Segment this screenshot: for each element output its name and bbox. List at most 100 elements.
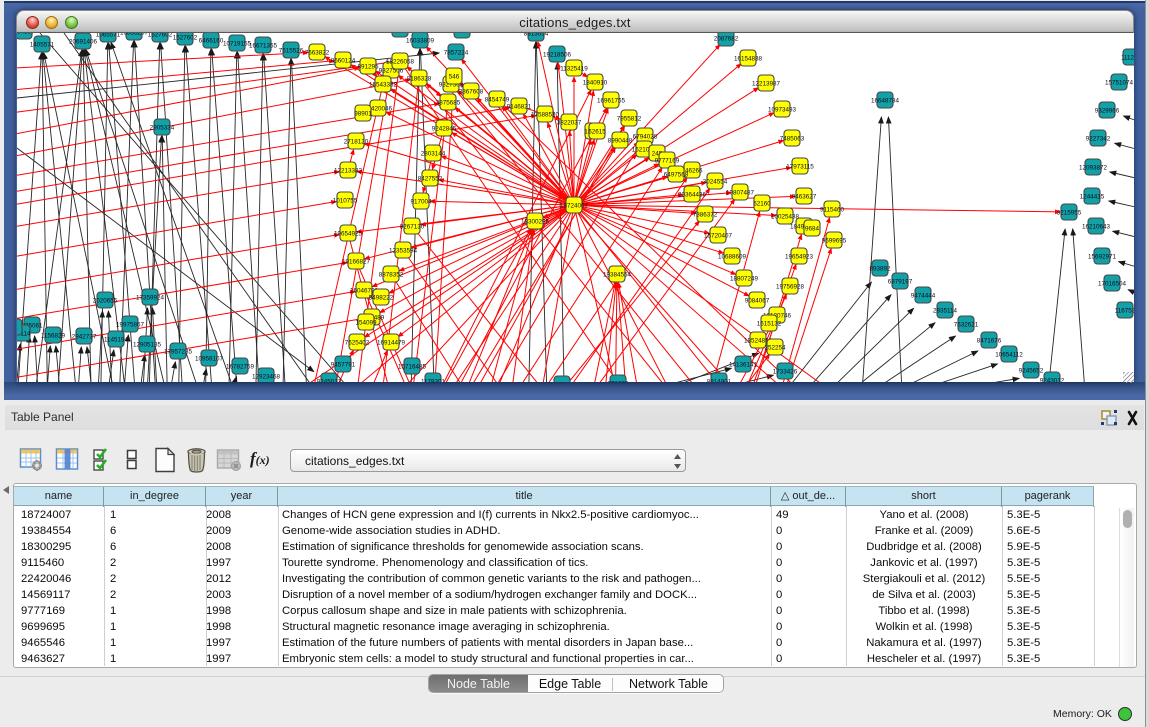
svg-text:546: 546 — [449, 74, 460, 81]
svg-text:1840910: 1840910 — [583, 80, 608, 87]
svg-text:1145194: 1145194 — [104, 337, 129, 344]
svg-text:12353594: 12353594 — [389, 248, 418, 255]
svg-text:20364436: 20364436 — [678, 192, 707, 199]
svg-text:8660124: 8660124 — [331, 58, 356, 65]
svg-text:8415304: 8415304 — [388, 33, 413, 34]
svg-text:6466160: 6466160 — [199, 38, 224, 45]
svg-text:16543382: 16543382 — [369, 82, 398, 89]
svg-text:8471676: 8471676 — [977, 338, 1002, 345]
svg-text:2942737: 2942737 — [72, 334, 97, 341]
svg-text:20691406: 20691406 — [69, 39, 98, 46]
svg-text:19654925: 19654925 — [334, 231, 363, 238]
svg-text:14136141: 14136141 — [729, 362, 758, 369]
svg-text:5498222: 5498222 — [369, 295, 394, 302]
svg-text:17973115: 17973115 — [786, 164, 814, 171]
svg-text:9329966: 9329966 — [1095, 108, 1120, 115]
svg-text:9463627: 9463627 — [792, 194, 817, 201]
svg-text:9699695: 9699695 — [822, 238, 847, 245]
svg-text:9684: 9684 — [805, 226, 820, 233]
svg-text:17016504: 17016504 — [1098, 281, 1127, 288]
svg-text:12905135: 12905135 — [133, 342, 162, 349]
svg-text:1065571: 1065571 — [96, 33, 121, 39]
svg-text:9227342: 9227342 — [1086, 136, 1111, 143]
svg-text:17588520: 17588520 — [531, 112, 560, 119]
svg-text:3215955: 3215955 — [1057, 210, 1082, 217]
svg-text:9474444: 9474444 — [911, 293, 936, 300]
svg-text:8813054: 8813054 — [524, 33, 549, 38]
svg-text:18807249: 18807249 — [730, 276, 759, 283]
svg-text:16853257: 16853257 — [120, 33, 149, 37]
svg-text:10958107: 10958107 — [195, 356, 224, 363]
svg-text:7625402: 7625402 — [345, 340, 370, 347]
svg-text:16210643: 16210643 — [1082, 224, 1111, 231]
svg-text:19756928: 19756928 — [776, 284, 805, 291]
svg-text:6879197: 6879197 — [888, 279, 913, 286]
svg-text:7663822: 7663822 — [305, 50, 330, 57]
svg-text:7515526: 7515526 — [279, 48, 304, 55]
svg-text:252254: 252254 — [764, 345, 786, 352]
svg-text:8878352: 8878352 — [379, 272, 404, 279]
svg-text:1527602: 1527602 — [148, 33, 173, 39]
svg-text:16914479: 16914479 — [377, 340, 406, 347]
svg-text:9243012: 9243012 — [1040, 378, 1065, 383]
svg-text:12093872: 12093872 — [1079, 165, 1108, 172]
svg-text:16961755: 16961755 — [597, 98, 626, 105]
svg-text:904557: 904557 — [17, 33, 35, 36]
svg-text:7485063: 7485063 — [780, 136, 805, 143]
svg-text:8990448: 8990448 — [608, 138, 633, 145]
svg-text:2047682: 2047682 — [450, 33, 475, 35]
svg-text:10807487: 10807487 — [726, 190, 755, 197]
svg-text:15692971: 15692971 — [1088, 254, 1117, 261]
svg-text:15716485: 15716485 — [398, 364, 427, 371]
svg-text:1733426: 1733426 — [773, 369, 798, 376]
svg-text:3822037: 3822037 — [557, 120, 582, 127]
svg-text:19975867: 19975867 — [116, 322, 145, 329]
svg-text:10973493: 10973493 — [768, 107, 797, 114]
svg-text:154099: 154099 — [355, 320, 377, 327]
svg-text:7386372: 7386372 — [693, 212, 718, 219]
svg-text:111204: 111204 — [1121, 55, 1134, 62]
svg-text:19166827: 19166827 — [342, 259, 371, 266]
svg-text:771205: 771205 — [607, 381, 629, 383]
svg-text:1156829: 1156829 — [41, 333, 66, 340]
svg-text:904410: 904410 — [551, 382, 573, 383]
svg-text:19654923: 19654923 — [785, 254, 814, 261]
svg-text:18226058: 18226058 — [386, 59, 415, 66]
svg-text:116753: 116753 — [1115, 308, 1134, 315]
svg-text:16648784: 16648784 — [871, 98, 900, 105]
svg-text:18300295: 18300295 — [521, 219, 550, 226]
svg-text:15751074: 15751074 — [1105, 80, 1134, 87]
svg-text:1527602: 1527602 — [173, 35, 198, 42]
svg-text:8814901: 8814901 — [707, 379, 732, 383]
svg-text:3024554: 3024554 — [703, 179, 728, 186]
svg-text:3875685: 3875685 — [436, 100, 461, 107]
svg-text:12213382: 12213382 — [334, 168, 363, 175]
svg-text:9245013: 9245013 — [317, 379, 342, 383]
svg-text:19218506: 19218506 — [543, 52, 572, 59]
svg-text:15720407: 15720407 — [704, 233, 733, 240]
svg-text:8454749: 8454749 — [485, 97, 510, 104]
svg-text:891295: 891295 — [357, 64, 379, 71]
svg-text:16671355: 16671355 — [249, 43, 278, 50]
svg-text:16033809: 16033809 — [406, 38, 435, 45]
svg-text:9146821: 9146821 — [507, 104, 532, 111]
svg-text:7955812: 7955812 — [617, 116, 642, 123]
svg-text:9777169: 9777169 — [655, 158, 680, 165]
svg-text:893892: 893892 — [869, 266, 891, 273]
svg-text:6794028: 6794028 — [633, 134, 658, 141]
svg-text:17957235: 17957235 — [164, 349, 193, 356]
svg-text:9245652: 9245652 — [1019, 368, 1044, 375]
svg-text:12923468: 12923468 — [252, 374, 281, 381]
svg-text:8186328: 8186328 — [407, 76, 432, 83]
svg-text:2020655: 2020655 — [93, 298, 118, 305]
svg-text:62615: 62615 — [588, 129, 606, 136]
svg-text:8267130: 8267130 — [400, 224, 425, 231]
svg-text:10654112: 10654112 — [995, 352, 1023, 359]
svg-text:9457791: 9457791 — [331, 362, 356, 369]
svg-text:9242845: 9242845 — [432, 126, 457, 133]
svg-text:2367608: 2367608 — [459, 89, 484, 96]
svg-text:2718120: 2718120 — [344, 139, 369, 146]
svg-text:10719155: 10719155 — [223, 41, 252, 48]
svg-text:19384554: 19384554 — [603, 272, 632, 279]
svg-text:2905334: 2905334 — [150, 125, 175, 132]
